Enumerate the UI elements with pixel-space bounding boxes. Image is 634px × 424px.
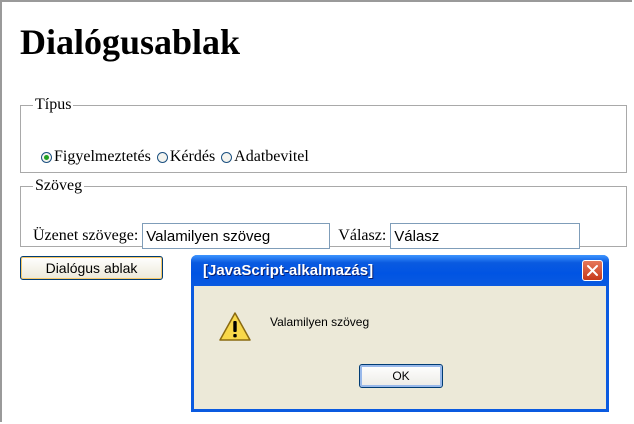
dialog-window-button[interactable]: Dialógus ablak [20,256,163,280]
ok-button[interactable]: OK [359,364,443,388]
radio-question-circle[interactable] [156,151,168,163]
radio-question[interactable]: Kérdés [156,148,216,166]
alert-title: [JavaScript-alkalmazás] [203,262,374,279]
answer-label: Válasz: [338,227,387,244]
radio-warning-label: Figyelmeztetés [54,148,151,165]
radio-input-label: Adatbevitel [234,148,309,165]
type-fieldset: Típus Figyelmeztetés Kérdés Adatbevitel [20,96,627,173]
text-fieldset: Szöveg Üzenet szövege: Válasz: [20,177,627,249]
radio-question-label: Kérdés [169,148,216,165]
alert-message: Valamilyen szöveg [270,315,370,329]
radio-input-circle[interactable] [221,151,233,163]
type-legend: Típus [35,96,72,113]
warning-icon [219,312,251,341]
text-legend: Szöveg [35,177,83,194]
close-icon [587,265,598,276]
close-button[interactable] [582,260,603,281]
answer-input[interactable] [390,223,581,249]
radio-warning[interactable]: Figyelmeztetés [41,148,151,166]
alert-dialog: [JavaScript-alkalmazás] Valamilyen szöve… [191,255,609,412]
alert-titlebar[interactable]: [JavaScript-alkalmazás] [191,255,609,286]
radio-warning-circle[interactable] [41,151,52,163]
message-label: Üzenet szövege: [33,227,139,244]
message-input[interactable] [142,223,331,249]
type-radio-group: Figyelmeztetés Kérdés Adatbevitel [41,148,315,166]
page-title: Dialógusablak [20,22,241,62]
text-row: Üzenet szövege: Válasz: [33,223,581,249]
radio-input[interactable]: Adatbevitel [221,148,309,166]
